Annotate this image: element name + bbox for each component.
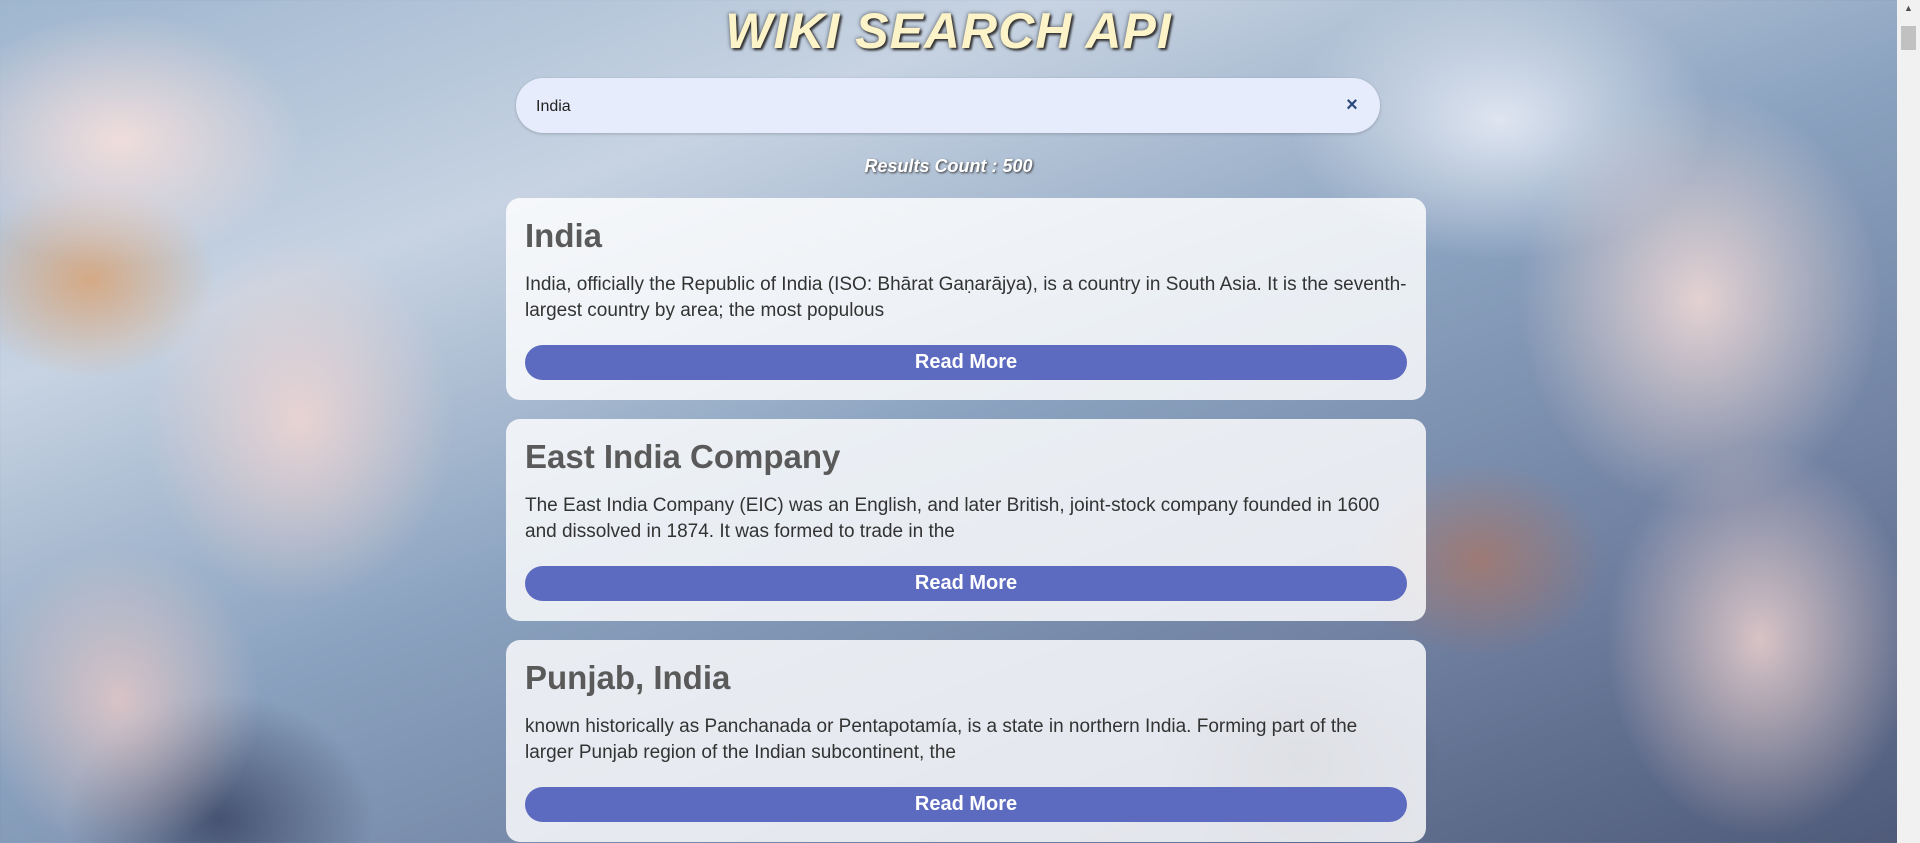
result-card: India India, officially the Republic of … (506, 198, 1426, 400)
result-title: India (525, 217, 603, 254)
results-list: India India, officially the Republic of … (506, 198, 1426, 843)
results-count: Results Count : 500 (864, 156, 1033, 176)
result-title: East India Company (525, 438, 841, 475)
app-title: WIKI SEARCH API (725, 3, 1172, 59)
vertical-scrollbar[interactable]: ▲ (1897, 0, 1920, 843)
result-snippet: known historically as Panchanada or Pent… (525, 716, 1358, 763)
result-card: Punjab, India known historically as Panc… (506, 640, 1426, 842)
search-input[interactable] (534, 78, 1318, 135)
read-more-button[interactable]: Read More (525, 345, 1407, 380)
read-more-button[interactable]: Read More (525, 787, 1407, 822)
close-icon[interactable]: × (1342, 95, 1362, 115)
result-snippet: India, officially the Republic of India … (525, 274, 1407, 321)
result-title: Punjab, India (525, 659, 731, 696)
result-card: East India Company The East India Compan… (506, 419, 1426, 621)
scroll-thumb[interactable] (1901, 26, 1916, 50)
result-snippet: The East India Company (EIC) was an Engl… (525, 495, 1380, 542)
page: WIKI SEARCH API × Results Count : 500 In… (0, 0, 1897, 843)
read-more-button[interactable]: Read More (525, 566, 1407, 601)
search-bar: × (516, 78, 1380, 135)
scroll-up-arrow-icon[interactable]: ▲ (1897, 0, 1920, 17)
